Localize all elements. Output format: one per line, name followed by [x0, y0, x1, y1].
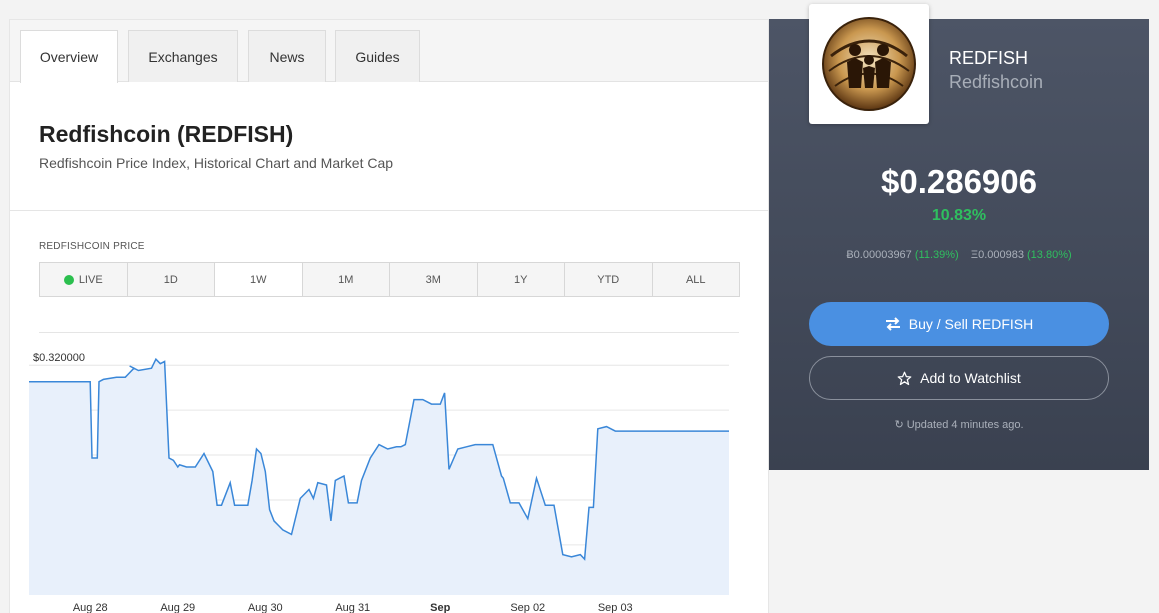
refresh-icon: ↻	[894, 419, 904, 431]
y-tick-label: $0.320000	[33, 352, 85, 364]
eth-value: Ξ0.000983	[970, 249, 1024, 261]
exchange-arrows-icon	[885, 317, 901, 331]
x-tick-label: Sep 02	[510, 602, 545, 613]
range-live-label: LIVE	[78, 273, 103, 286]
add-to-watchlist-button[interactable]: Add to Watchlist	[809, 356, 1109, 400]
current-price: $0.286906	[881, 163, 1037, 200]
last-updated: ↻ Updated 4 minutes ago.	[769, 418, 1149, 431]
x-tick-label: Aug 31	[335, 602, 370, 613]
header-divider	[10, 210, 768, 211]
tab-bar: Overview Exchanges News Guides	[10, 20, 768, 83]
range-ytd-button[interactable]: YTD	[564, 263, 652, 296]
tab-exchanges[interactable]: Exchanges	[128, 30, 238, 82]
live-dot-icon	[63, 274, 74, 285]
x-tick-label: Aug 29	[160, 602, 195, 613]
chart-top-rule	[39, 332, 739, 333]
coin-logo	[809, 4, 929, 124]
page-subtitle: Redfishcoin Price Index, Historical Char…	[39, 155, 394, 171]
range-1y-button[interactable]: 1Y	[476, 263, 565, 296]
price-area-fill	[29, 359, 729, 595]
eth-change: (13.80%)	[1027, 249, 1072, 261]
tab-news[interactable]: News	[248, 30, 326, 82]
redfish-coin-logo-icon	[822, 17, 916, 111]
x-tick-label: Aug 30	[248, 602, 283, 613]
btc-change: (11.39%)	[914, 249, 959, 261]
range-1w-button[interactable]: 1W	[214, 263, 302, 296]
star-icon	[897, 371, 912, 386]
x-tick-label: Sep	[430, 602, 450, 613]
buy-sell-button[interactable]: Buy / Sell REDFISH	[809, 302, 1109, 346]
range-all-button[interactable]: ALL	[651, 263, 740, 296]
buy-sell-label: Buy / Sell REDFISH	[908, 316, 1034, 332]
range-1m-button[interactable]: 1M	[301, 263, 390, 296]
crypto-conversions: Ƀ0.00003967 (11.39%) Ξ0.000983 (13.80%)	[769, 249, 1149, 261]
range-live-button[interactable]: LIVE	[40, 263, 127, 296]
tab-guides[interactable]: Guides	[335, 30, 420, 82]
time-range-selector: LIVE 1D 1W 1M 3M 1Y YTD ALL	[39, 262, 740, 297]
watchlist-label: Add to Watchlist	[920, 370, 1021, 386]
chart-section-label: REDFISHCOIN PRICE	[39, 241, 145, 252]
range-3m-button[interactable]: 3M	[389, 263, 477, 296]
price-change-percent: 10.83%	[931, 207, 987, 224]
btc-value: Ƀ0.00003967	[846, 249, 912, 261]
x-tick-label: Sep 03	[598, 602, 633, 613]
tab-overview[interactable]: Overview	[20, 30, 118, 83]
x-tick-label: Aug 28	[73, 602, 108, 613]
coin-symbol: REDFISH	[949, 48, 1029, 68]
coin-name: Redfishcoin	[949, 72, 1044, 92]
last-updated-text: Updated 4 minutes ago.	[906, 419, 1024, 431]
range-1d-button[interactable]: 1D	[126, 263, 215, 296]
price-chart: $0.320000$0.300000$0.280000$0.260000$0.2…	[29, 352, 729, 613]
page-title: Redfishcoin (REDFISH)	[39, 121, 294, 147]
